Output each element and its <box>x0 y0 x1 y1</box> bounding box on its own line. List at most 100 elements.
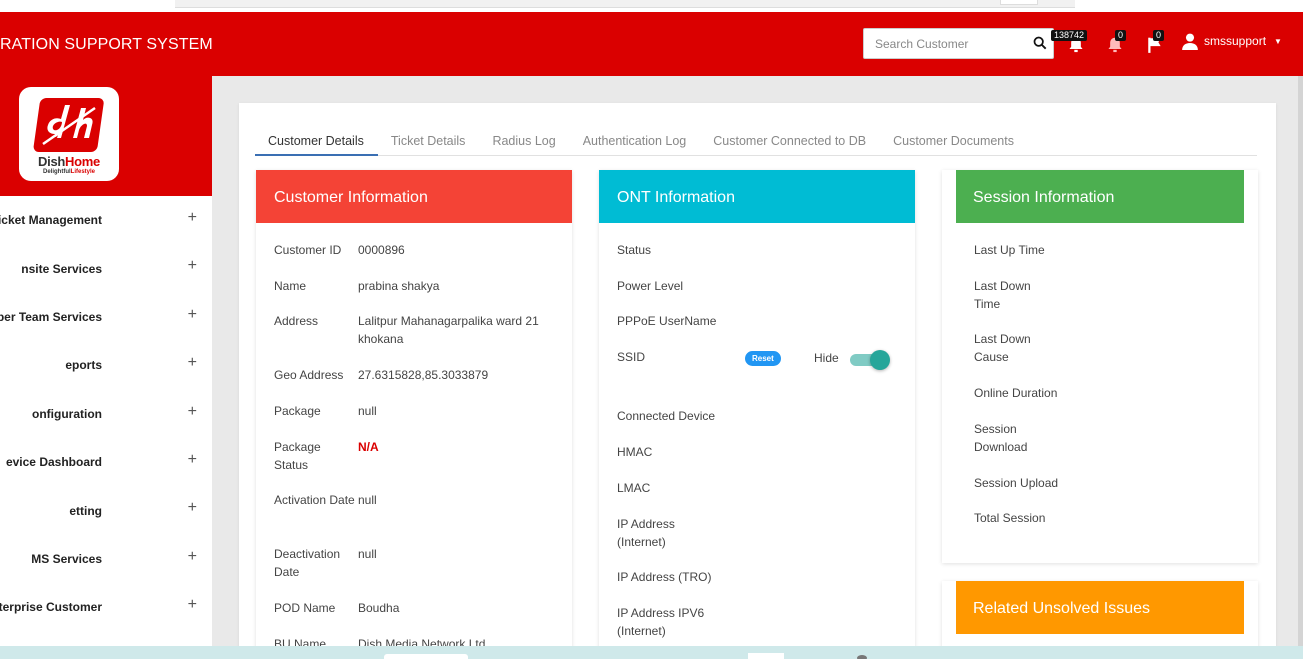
search-icon[interactable] <box>1033 36 1047 50</box>
tab-radius-log[interactable]: Radius Log <box>479 127 569 156</box>
info-row: IP Address (TRO) <box>599 568 915 604</box>
field-value: null <box>358 547 377 561</box>
sidebar: DishHome DelightfulLifestyle icket Manag… <box>0 76 212 659</box>
field-label: Activation Date <box>274 493 355 507</box>
tab-authentication-log[interactable]: Authentication Log <box>570 127 701 156</box>
field-label: Package <box>274 404 321 418</box>
sidebar-item-sms-services[interactable]: MS Services + <box>0 535 212 583</box>
field-value: 0000896 <box>358 243 405 257</box>
sidebar-item-label: eports <box>65 358 102 373</box>
logo-tagline: DelightfulLifestyle <box>42 169 95 175</box>
hide-ssid-toggle[interactable] <box>850 350 890 370</box>
info-row: Session Download <box>942 420 1258 474</box>
browser-strip <box>0 0 1303 12</box>
field-value: Lalitpur Mahanagarpalika ward 21 khokana <box>358 314 539 346</box>
info-row: PPPoE UserName <box>599 312 915 348</box>
sidebar-item-onsite-services[interactable]: nsite Services + <box>0 244 212 292</box>
field-label: IP Address (Internet) <box>617 517 675 549</box>
field-label: Last Down Cause <box>974 332 1031 364</box>
sidebar-item-reports[interactable]: eports + <box>0 341 212 389</box>
info-row: Status <box>599 241 915 277</box>
field-label: Last Up Time <box>974 243 1045 257</box>
card-title: Customer Information <box>256 170 572 223</box>
sidebar-item-label: nsite Services <box>21 261 102 276</box>
sidebar-item-device-dashboard[interactable]: evice Dashboard + <box>0 438 212 486</box>
ont-information-card: ONT Information Status Power Level PPPoE… <box>599 170 915 659</box>
field-value: Boudha <box>358 601 400 615</box>
sidebar-item-enterprise-customer[interactable]: nterprise Customer + <box>0 583 212 631</box>
expand-plus-icon[interactable]: + <box>188 451 197 469</box>
info-row: Customer ID 0000896 <box>256 241 572 277</box>
card-title: Session Information <box>956 170 1244 223</box>
tab-ticket-details[interactable]: Ticket Details <box>378 127 480 156</box>
field-label: Deactivation Date <box>274 547 341 579</box>
field-label: Online Duration <box>974 386 1058 400</box>
card-title: Related Unsolved Issues <box>956 581 1244 634</box>
sidebar-item-label: evice Dashboard <box>5 455 102 470</box>
tab-customer-details[interactable]: Customer Details <box>255 127 378 156</box>
field-label: Power Level <box>617 279 684 293</box>
sidebar-item-setting[interactable]: etting + <box>0 486 212 534</box>
taskbar-item[interactable] <box>384 654 468 659</box>
info-row: Address Lalitpur Mahanagarpalika ward 21 … <box>256 312 572 366</box>
alert-count-badge: 0 <box>1115 30 1127 41</box>
field-value: prabina shakya <box>358 279 440 293</box>
notification-count-badge: 138742 <box>1051 30 1088 41</box>
expand-plus-icon[interactable]: + <box>188 354 197 372</box>
sidebar-item-label: MS Services <box>31 551 102 566</box>
field-label: Last Down Time <box>974 279 1031 311</box>
info-row: Session Upload <box>942 474 1258 509</box>
dishhome-logo-mark <box>33 98 104 152</box>
sidebar-item-label: onfiguration <box>32 406 102 421</box>
search-customer-box[interactable] <box>863 28 1054 59</box>
expand-plus-icon[interactable]: + <box>188 257 197 275</box>
tab-customer-connected-to-db[interactable]: Customer Connected to DB <box>700 127 880 156</box>
expand-plus-icon[interactable]: + <box>188 499 197 517</box>
field-label: Session Upload <box>974 476 1059 490</box>
reset-ssid-button[interactable]: Reset <box>745 351 781 366</box>
toggle-knob <box>870 350 890 370</box>
sidebar-item-ticket-management[interactable]: icket Management + <box>0 196 212 244</box>
info-row: Last Up Time <box>942 241 1258 277</box>
expand-plus-icon[interactable]: + <box>188 548 197 566</box>
info-row: Last Down Cause <box>942 330 1258 384</box>
tab-customer-documents[interactable]: Customer Documents <box>880 127 1028 156</box>
info-row: POD Name Boudha <box>256 599 572 635</box>
info-row: Package Status N/A <box>256 438 572 491</box>
taskbar-item[interactable] <box>748 653 784 659</box>
info-row: Activation Date null <box>256 491 572 545</box>
field-label: POD Name <box>274 601 336 615</box>
info-row: Power Level <box>599 277 915 312</box>
field-label: HMAC <box>617 445 653 459</box>
field-label: Package Status <box>274 440 321 472</box>
browser-tab[interactable] <box>1000 0 1038 5</box>
expand-plus-icon[interactable]: + <box>188 403 197 421</box>
field-label: Address <box>274 314 319 328</box>
browser-tabbar <box>175 0 1075 8</box>
dishhome-logo[interactable]: DishHome DelightfulLifestyle <box>19 87 119 181</box>
scrollbar-track[interactable] <box>1298 76 1303 646</box>
expand-plus-icon[interactable]: + <box>188 306 197 324</box>
taskbar-item[interactable] <box>857 655 867 659</box>
sidebar-item-configuration[interactable]: onfiguration + <box>0 390 212 438</box>
top-header: RATION SUPPORT SYSTEM 138742 0 0 smssupp… <box>0 12 1303 76</box>
taskbar <box>0 646 1303 659</box>
info-row: IP Address IPV6 (Internet) <box>599 604 915 640</box>
sidebar-item-fiber-team-services[interactable]: ber Team Services + <box>0 293 212 341</box>
search-customer-input[interactable] <box>864 29 1024 58</box>
sidebar-item-label: nterprise Customer <box>0 600 102 615</box>
info-row: HMAC <box>599 443 915 479</box>
field-label: IP Address IPV6 (Internet) <box>617 606 705 638</box>
field-value: null <box>358 404 377 418</box>
sidebar-item-label: etting <box>69 503 102 518</box>
info-row: Connected Device <box>599 407 915 443</box>
username: smssupport <box>1204 34 1267 48</box>
expand-plus-icon[interactable]: + <box>188 209 197 227</box>
info-row: Geo Address 27.6315828,85.3033879 <box>256 366 572 402</box>
user-icon <box>1182 33 1198 50</box>
hide-toggle-label: Hide <box>814 351 839 365</box>
field-label: Name <box>274 279 307 293</box>
expand-plus-icon[interactable]: + <box>188 596 197 614</box>
info-row: LMAC <box>599 479 915 515</box>
user-menu[interactable]: smssupport ▼ <box>1181 32 1282 50</box>
